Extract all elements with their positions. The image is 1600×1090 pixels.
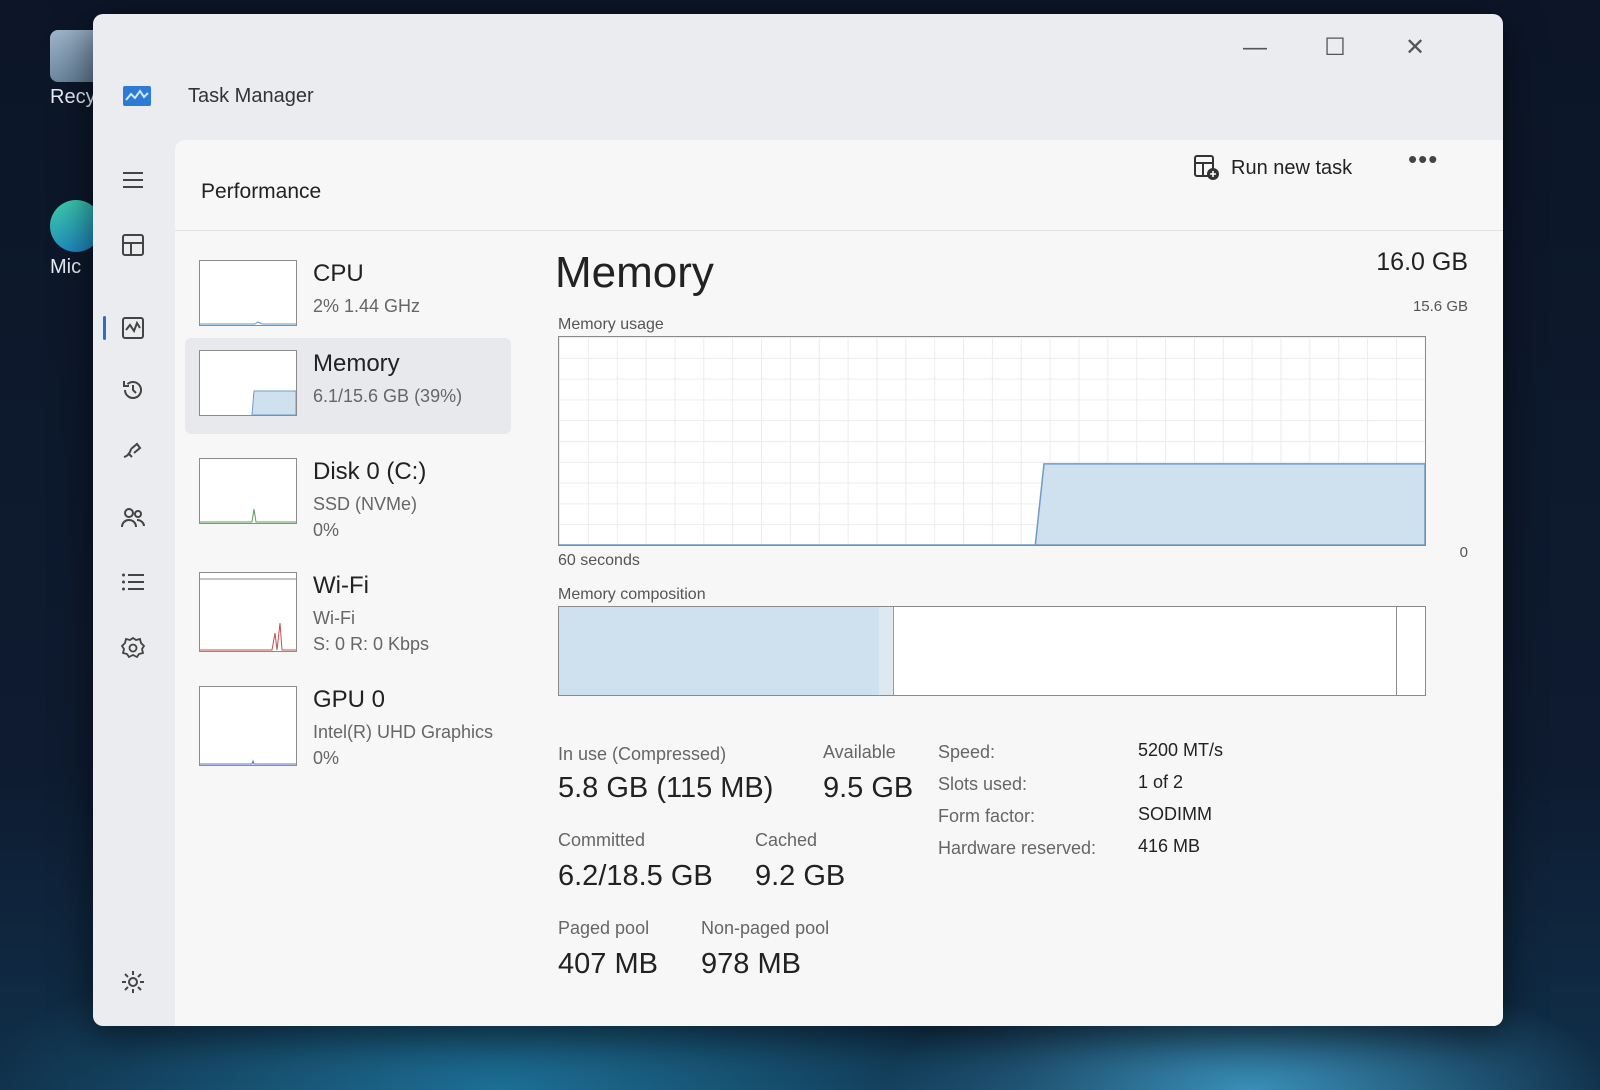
committed-label: Committed: [558, 830, 646, 850]
device-item-memory[interactable]: Memory 6.1/15.6 GB (39%): [185, 338, 511, 434]
history-icon: [123, 381, 142, 399]
disk-thumbnail-line: [200, 508, 296, 523]
wifi-thumbnail-graph: [199, 572, 297, 652]
page-title: Performance: [201, 180, 322, 203]
memory-usage-area: [559, 463, 1425, 545]
device-detail: S: 0 R: 0 Kbps: [313, 634, 430, 654]
device-item-cpu[interactable]: CPU 2% 1.44 GHz: [185, 248, 511, 344]
title-bar[interactable]: Task Manager — ☐ ✕: [93, 14, 1503, 132]
run-new-task-icon: [1194, 155, 1219, 180]
spec-key-slots: Slots used:: [938, 774, 1028, 794]
navigation-sidebar: [93, 132, 175, 1026]
non-paged-pool-label: Non-paged pool: [701, 918, 830, 938]
nav-performance[interactable]: [115, 310, 151, 346]
paged-pool-label: Paged pool: [558, 918, 650, 938]
cpu-thumbnail-line: [200, 321, 296, 325]
performance-icon: [122, 317, 144, 339]
device-detail: Intel(R) UHD Graphics: [313, 722, 494, 742]
device-detail: 0%: [313, 520, 340, 540]
settings-gear-icon: [122, 971, 144, 993]
spec-key-speed: Speed:: [938, 742, 996, 762]
device-name: CPU: [313, 260, 364, 287]
nav-settings[interactable]: [115, 964, 151, 1000]
time-axis-start-label: 60 seconds: [558, 552, 640, 569]
device-name: GPU 0: [313, 686, 386, 713]
spec-key-form-factor: Form factor:: [938, 806, 1036, 826]
nav-processes[interactable]: [115, 227, 151, 263]
nav-users[interactable]: [115, 500, 151, 536]
device-name: Disk 0 (C:): [313, 458, 427, 485]
memory-thumbnail-fill: [251, 390, 297, 416]
non-paged-pool-value: 978 MB: [701, 948, 801, 980]
nav-details[interactable]: [115, 564, 151, 600]
task-manager-window: Task Manager — ☐ ✕ Performance Run new t…: [93, 14, 1503, 1026]
in-use-label: In use (Compressed): [558, 744, 727, 764]
device-detail: 2% 1.44 GHz: [313, 296, 421, 316]
device-item-gpu[interactable]: GPU 0 Intel(R) UHD Graphics 0%: [185, 674, 511, 770]
memory-heading: Memory: [555, 248, 714, 297]
spec-value-form-factor: SODIMM: [1138, 804, 1212, 824]
device-name: Memory: [313, 350, 400, 377]
hamburger-icon: [123, 172, 143, 188]
device-detail: Wi-Fi: [313, 608, 355, 628]
gpu-thumbnail-graph: [199, 686, 297, 766]
memory-thumbnail-graph: [199, 350, 297, 416]
window-title: Task Manager: [188, 85, 314, 107]
disk-thumbnail-graph: [199, 458, 297, 524]
memory-composition-bar: [558, 606, 1426, 696]
memory-usage-chart: [559, 463, 1425, 545]
cpu-thumbnail-graph: [199, 260, 297, 326]
spec-value-slots: 1 of 2: [1138, 772, 1184, 792]
composition-modified-segment: [879, 607, 895, 695]
users-icon: [121, 508, 145, 528]
run-new-task-button[interactable]: Run new task: [1193, 148, 1352, 188]
device-detail: 6.1/15.6 GB (39%): [313, 386, 463, 406]
memory-composition-label: Memory composition: [558, 586, 706, 603]
spec-value-speed: 5200 MT/s: [1138, 740, 1224, 760]
maximize-button[interactable]: ☐: [1315, 30, 1355, 66]
processes-icon: [122, 234, 144, 256]
spec-key-hardware-reserved: Hardware reserved:: [938, 838, 1097, 858]
memory-total-capacity: 16.0 GB: [1376, 248, 1468, 276]
device-name: Wi-Fi: [313, 572, 369, 599]
available-label: Available: [823, 742, 896, 762]
header-divider: [175, 230, 1503, 231]
memory-usage-graph: [558, 336, 1426, 546]
device-item-disk[interactable]: Disk 0 (C:) SSD (NVMe) 0%: [185, 446, 511, 542]
nav-selection-indicator: [103, 316, 106, 340]
details-list-icon: [122, 573, 144, 591]
time-axis-end-label: 0: [1459, 544, 1468, 561]
device-detail: 0%: [313, 748, 340, 768]
wifi-thumbnail-line: [200, 578, 296, 651]
memory-usage-label: Memory usage: [558, 316, 664, 333]
composition-standby-segment: [893, 607, 1397, 695]
memory-usage-max-label: 15.6 GB: [1412, 298, 1468, 315]
startup-icon: [123, 442, 142, 458]
close-button[interactable]: ✕: [1395, 30, 1435, 66]
spec-value-hardware-reserved: 416 MB: [1138, 836, 1201, 856]
desktop-icon-label: Recy: [50, 86, 96, 108]
committed-value: 6.2/18.5 GB: [558, 860, 713, 892]
in-use-value: 5.8 GB (115 MB): [558, 772, 774, 804]
device-detail: SSD (NVMe): [313, 494, 418, 514]
paged-pool-value: 407 MB: [558, 948, 658, 980]
available-value: 9.5 GB: [823, 772, 914, 804]
desktop-icon-label: Mic: [50, 256, 82, 278]
performance-panel: Performance Run new task ••• CPU 2% 1.44…: [175, 140, 1503, 1026]
device-item-wifi[interactable]: Wi-Fi Wi-Fi S: 0 R: 0 Kbps: [185, 560, 511, 656]
task-manager-app-icon: [123, 86, 151, 106]
cached-value: 9.2 GB: [755, 860, 846, 892]
hamburger-menu-button[interactable]: [115, 162, 151, 198]
composition-in-use-segment: [559, 607, 881, 695]
services-icon: [120, 636, 146, 659]
nav-services[interactable]: [115, 630, 151, 666]
nav-app-history[interactable]: [115, 372, 151, 408]
run-new-task-label: Run new task: [1231, 156, 1353, 179]
gpu-thumbnail-line: [200, 759, 296, 765]
more-options-button[interactable]: •••: [1408, 144, 1438, 175]
cached-label: Cached: [755, 830, 818, 850]
nav-startup-apps[interactable]: [115, 434, 151, 470]
minimize-button[interactable]: —: [1235, 30, 1275, 66]
